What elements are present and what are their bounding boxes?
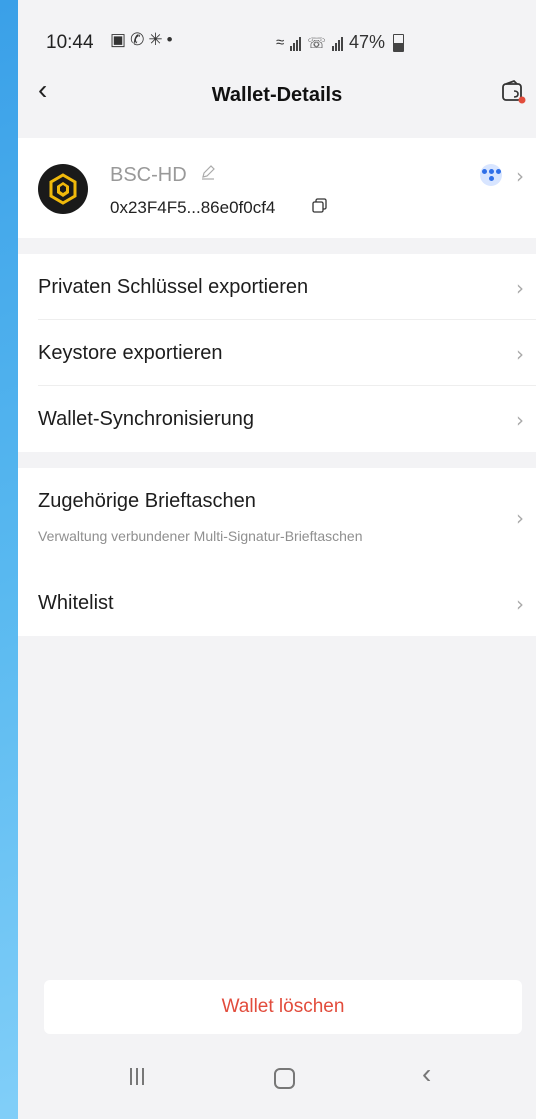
menu-item-label: Privaten Schlüssel exportieren [38,276,309,298]
recents-icon[interactable] [128,1068,146,1086]
delete-wallet-button[interactable]: Wallet löschen [44,980,522,1034]
signal-icon-2 [332,35,343,51]
chevron-right-icon: › [516,592,524,616]
system-navigation-bar: ‹ [18,1040,536,1119]
header: ‹ Wallet-Details [18,64,536,124]
chevron-right-icon: › [516,506,524,530]
dot-icon: • [166,30,177,49]
wifi-icon: ≈ [276,34,285,51]
wallet-icon[interactable] [500,78,526,104]
menu-item-related-wallets[interactable]: Zugehörige Brieftaschen Verwaltung verbu… [18,468,536,580]
chevron-right-icon: › [516,164,524,188]
menu-item-whitelist[interactable]: Whitelist › [18,570,536,636]
menu-item-label: Keystore exportieren [38,342,223,364]
menu-item-export-keystore[interactable]: Keystore exportieren › [18,320,536,386]
menu-item-export-private-key[interactable]: Privaten Schlüssel exportieren › [18,254,536,320]
menu-item-label: Wallet-Synchronisierung [38,408,255,430]
page-title: Wallet-Details [211,84,343,106]
chevron-right-icon: › [516,342,524,366]
apps-dots-icon[interactable] [480,164,502,186]
status-right-icons: ≈ ☏ 47% [276,32,405,53]
chevron-right-icon: › [516,276,524,300]
edit-pencil-icon[interactable] [200,164,216,180]
menu-item-label: Zugehörige Brieftaschen [38,490,256,512]
menu-item-label: Whitelist [38,592,114,614]
menu-item-sublabel: Verwaltung verbundener Multi-Signatur-Br… [38,528,363,544]
status-time: 10:44 [46,32,94,53]
battery-text: 47% [349,32,386,52]
menu-item-wallet-sync[interactable]: Wallet-Synchronisierung › [18,386,536,452]
signal-icon [290,35,302,51]
phone-screen: 10:44 ▣✆✳• ≈ ☏ 47% ‹ Wallet-Details BSC-… [18,0,536,1119]
bnb-logo-icon [38,164,88,214]
status-bar: 10:44 ▣✆✳• ≈ ☏ 47% [18,0,536,70]
chevron-right-icon: › [516,408,524,432]
battery-icon [393,33,405,52]
copy-icon[interactable] [312,198,327,213]
wallet-name: BSC-HD [110,164,187,186]
status-left-icons: ▣✆✳• [110,30,177,50]
call-signal-icon: ☏ [307,34,326,52]
walk-icon: ✳ [148,30,167,49]
whatsapp-icon: ✆ [130,30,149,49]
wallet-address: 0x23F4F5...86e0f0cf4 [110,198,276,217]
home-icon[interactable] [274,1068,295,1089]
gallery-icon: ▣ [110,30,131,49]
system-back-icon[interactable]: ‹ [422,1060,431,1088]
wallet-card[interactable]: BSC-HD 0x23F4F5...86e0f0cf4 › [18,138,536,238]
